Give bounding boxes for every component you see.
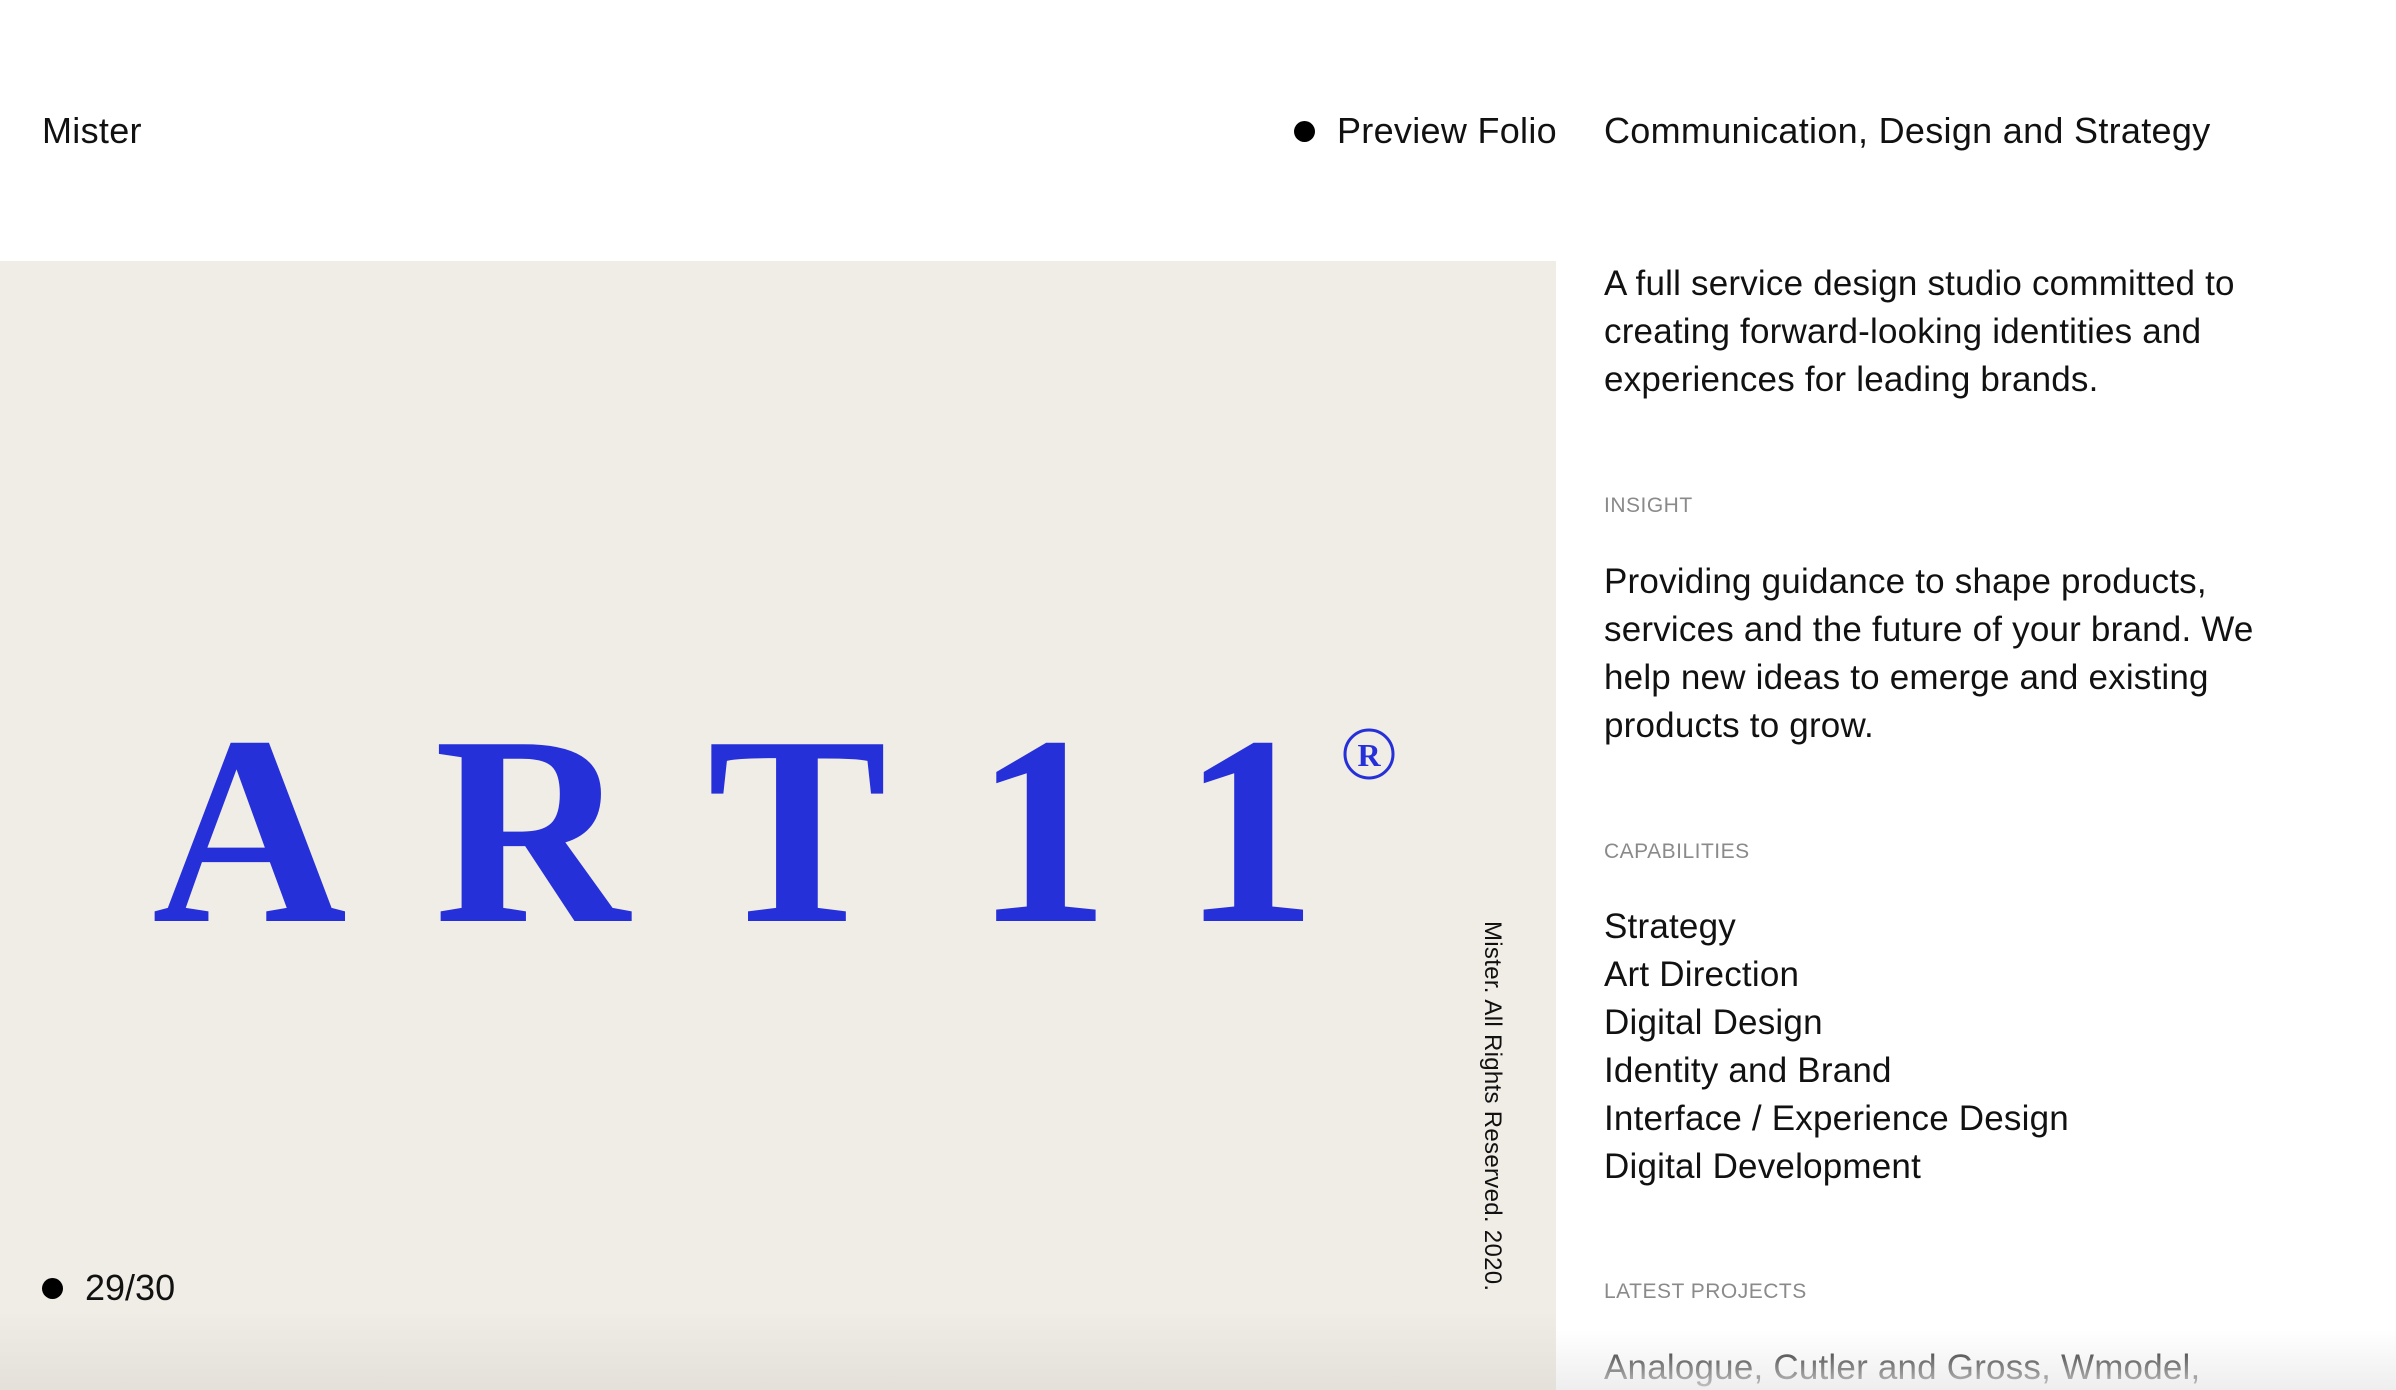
capability-item: Art Direction <box>1604 955 1800 994</box>
logo-wordmark: ART11 <box>152 681 1317 980</box>
latest-projects-label: LATEST PROJECTS <box>1604 1280 1807 1303</box>
capability-item: Digital Development <box>1604 1147 1922 1186</box>
capability-item: Digital Design <box>1604 1003 1823 1042</box>
latest-projects-text[interactable]: Analogue, Cutler and Gross, Wmodel, <box>1604 1344 2344 1390</box>
preview-folio-link[interactable]: Preview Folio <box>1294 108 1557 154</box>
project-showcase[interactable]: ART11 R Mister. All Rights Reserved. 202… <box>0 261 1556 1390</box>
capability-item: Interface / Experience Design <box>1604 1099 2069 1138</box>
slide-counter: 29/30 <box>42 1265 175 1311</box>
project-logo: ART11 R <box>152 681 1395 980</box>
insight-text: Providing guidance to shape products, se… <box>1604 562 2254 745</box>
page: Mister Preview Folio Communication, Desi… <box>0 0 2396 1390</box>
insight-label: INSIGHT <box>1604 494 1693 517</box>
capability-item: Identity and Brand <box>1604 1051 1892 1090</box>
dot-icon <box>42 1277 63 1299</box>
showcase-shadow <box>0 1310 1556 1390</box>
studio-info: A full service design studio committed t… <box>1604 0 2364 1390</box>
capabilities-label: CAPABILITIES <box>1604 840 1750 863</box>
capability-item: Strategy <box>1604 907 1736 946</box>
registered-mark-letter: R <box>1357 737 1381 773</box>
brand-name[interactable]: Mister <box>42 108 142 154</box>
capabilities-list: Strategy Art Direction Digital Design Id… <box>1604 903 2069 1191</box>
preview-folio-label: Preview Folio <box>1337 110 1557 151</box>
copyright-vertical: Mister. All Rights Reserved. 2020. <box>1479 921 1506 1292</box>
slide-counter-value: 29/30 <box>85 1267 176 1308</box>
about-text: A full service design studio committed t… <box>1604 264 2235 399</box>
dot-icon <box>1294 120 1315 142</box>
